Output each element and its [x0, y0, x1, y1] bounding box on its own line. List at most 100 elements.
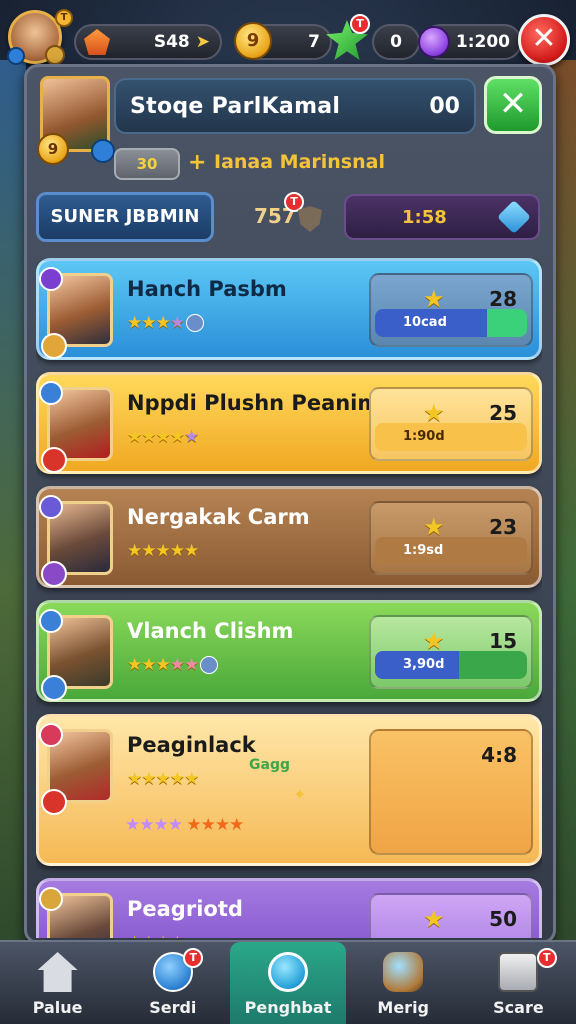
nav-notification: T — [536, 948, 557, 968]
rank-badge-icon — [39, 495, 63, 519]
nav-item-active[interactable]: Penghbat — [230, 942, 346, 1024]
rank-badge-icon — [39, 887, 63, 911]
star-icon: ★ — [423, 905, 445, 933]
progress-label: 1:90d — [403, 429, 445, 444]
progress-label: 10cad — [403, 315, 447, 330]
card-score: 25 — [489, 401, 517, 425]
profile-name: Stoqe ParlKamal — [130, 93, 341, 119]
card-list[interactable]: Hanch Pasbm ★★★★ ★ 28 10cad Nppdi Plushn… — [36, 258, 542, 938]
progress-bar: 1:9sd — [375, 537, 527, 565]
tab-primary[interactable]: SUNER JBBMIN — [36, 192, 214, 242]
resource-gems-value: 0 — [390, 32, 402, 52]
nav-label: Palue — [32, 998, 83, 1017]
resource-energy-value: S48 — [153, 32, 190, 52]
purple-resource-value: 1:58 — [402, 206, 447, 228]
card-title: Hanch Pasbm — [127, 277, 287, 301]
home-icon — [37, 952, 78, 992]
star-rating: ★★★★★ — [127, 541, 199, 561]
class-badge-icon — [41, 675, 67, 701]
bonus-label: Gagg — [249, 757, 290, 773]
list-item[interactable]: Nergakak Carm ★★★★★ ★ 23 1:9sd — [36, 486, 542, 588]
card-title: Peaginlack — [127, 733, 256, 757]
score-box: ★ 25 1:90d — [369, 387, 533, 461]
level-badge: 9 — [37, 133, 69, 165]
list-item[interactable]: Peagriotd ★★★★ ★ 50 — [36, 878, 542, 938]
class-badge-icon — [41, 789, 67, 815]
card-title: Nergakak Carm — [127, 505, 310, 529]
nav-label: Penghbat — [244, 998, 332, 1017]
resource-coins-value: 7 — [308, 32, 320, 52]
class-badge-icon — [41, 333, 67, 359]
resource-orbs-value: 1:200 — [455, 32, 510, 52]
score-box: ★ 23 1:9sd — [369, 501, 533, 575]
class-badge-icon — [41, 561, 67, 587]
list-item[interactable]: Nppdi Plushn Peanimai ★★★★★ ★ 25 1:90d — [36, 372, 542, 474]
resource-orbs[interactable]: 1:200 — [418, 24, 522, 60]
rank-badge-icon — [39, 609, 63, 633]
profile-avatar[interactable]: 9 — [37, 76, 115, 165]
list-item[interactable]: Peaginlack ★★★★★ Gagg ✦ ★★★★ ★★★★ 4:8 — [36, 714, 542, 866]
close-button[interactable]: ✕ — [518, 14, 570, 66]
close-icon: ✕ — [498, 84, 528, 124]
progress-bar: 10cad — [375, 309, 527, 337]
card-score: 23 — [489, 515, 517, 539]
progress-bar: 1:90d — [375, 423, 527, 451]
progress-label: 1:9sd — [403, 543, 444, 558]
bubble-icon — [268, 952, 308, 992]
blue-gem-icon — [497, 200, 531, 234]
class-badge-icon — [41, 447, 67, 473]
avatar-top-badge: T — [55, 9, 73, 27]
xp-plus[interactable]: + — [188, 150, 206, 175]
nav-item-lantern[interactable]: Merig — [346, 942, 461, 1024]
bonus-icon: ✦ — [293, 785, 307, 804]
background-left — [0, 60, 26, 940]
nav-label: Merig — [377, 998, 430, 1017]
book-icon — [498, 952, 539, 992]
resource-energy[interactable]: S48 ➤ — [74, 24, 222, 60]
card-title: Vlanch Clishm — [127, 619, 294, 643]
settings-badge-icon — [91, 139, 115, 163]
avatar-right-badge — [45, 45, 65, 65]
card-score: 50 — [489, 907, 517, 931]
level-icon — [185, 314, 204, 332]
nav-item-book[interactable]: T Scare — [461, 942, 576, 1024]
nav-item-home[interactable]: Palue — [0, 942, 115, 1024]
orb-icon — [418, 26, 450, 58]
score-box: ★ 50 — [369, 893, 533, 938]
star-rating: ★★★★ — [127, 933, 185, 938]
nav-notification: T — [183, 948, 204, 968]
secondary-rating: ★★★★ ★★★★ — [125, 815, 244, 835]
star-rating: ★★★★★ — [127, 655, 219, 675]
player-avatar[interactable]: T — [7, 9, 73, 65]
top-bar: T S48 ➤ 7 9 T 0 1:200 ✕ — [0, 0, 576, 72]
card-score: 15 — [489, 629, 517, 653]
close-icon: ✕ — [531, 21, 557, 56]
star-rating: ★★★★★ — [127, 427, 199, 447]
profile-name-bar: Stoqe ParlKamal 00 — [114, 78, 476, 134]
rank-badge-icon — [39, 381, 63, 405]
xp-label: Ianaa Marinsnal — [214, 151, 385, 173]
nav-item-shield[interactable]: T Serdi — [115, 942, 230, 1024]
star-rating: ★★★★★ — [127, 769, 199, 789]
card-title: Nppdi Plushn Peanimai — [127, 391, 401, 415]
avatar-left-badge — [7, 47, 25, 65]
coin-icon: 9 — [234, 22, 272, 60]
gem-notification: T — [350, 14, 370, 34]
score-box: 4:8 — [369, 729, 533, 855]
resource-gems[interactable]: 0 — [372, 24, 420, 60]
list-item[interactable]: Hanch Pasbm ★★★★ ★ 28 10cad — [36, 258, 542, 360]
purple-resource[interactable]: 1:58 — [344, 194, 540, 240]
card-score: 28 — [489, 287, 517, 311]
list-item[interactable]: Vlanch Clishm ★★★★★ ★ 15 3,90d — [36, 600, 542, 702]
rank-badge-icon — [39, 723, 63, 747]
progress-fill — [375, 423, 527, 451]
score-box: ★ 28 10cad — [369, 273, 533, 347]
nav-label: Serdi — [149, 998, 197, 1017]
level-icon — [200, 656, 219, 674]
progress-fill — [375, 537, 527, 565]
crown-icon — [84, 29, 110, 55]
profile-score: 00 — [429, 93, 460, 119]
star-rating: ★★★★ — [127, 313, 204, 333]
card-title: Peagriotd — [127, 897, 243, 921]
confirm-button[interactable]: ✕ — [484, 76, 542, 134]
